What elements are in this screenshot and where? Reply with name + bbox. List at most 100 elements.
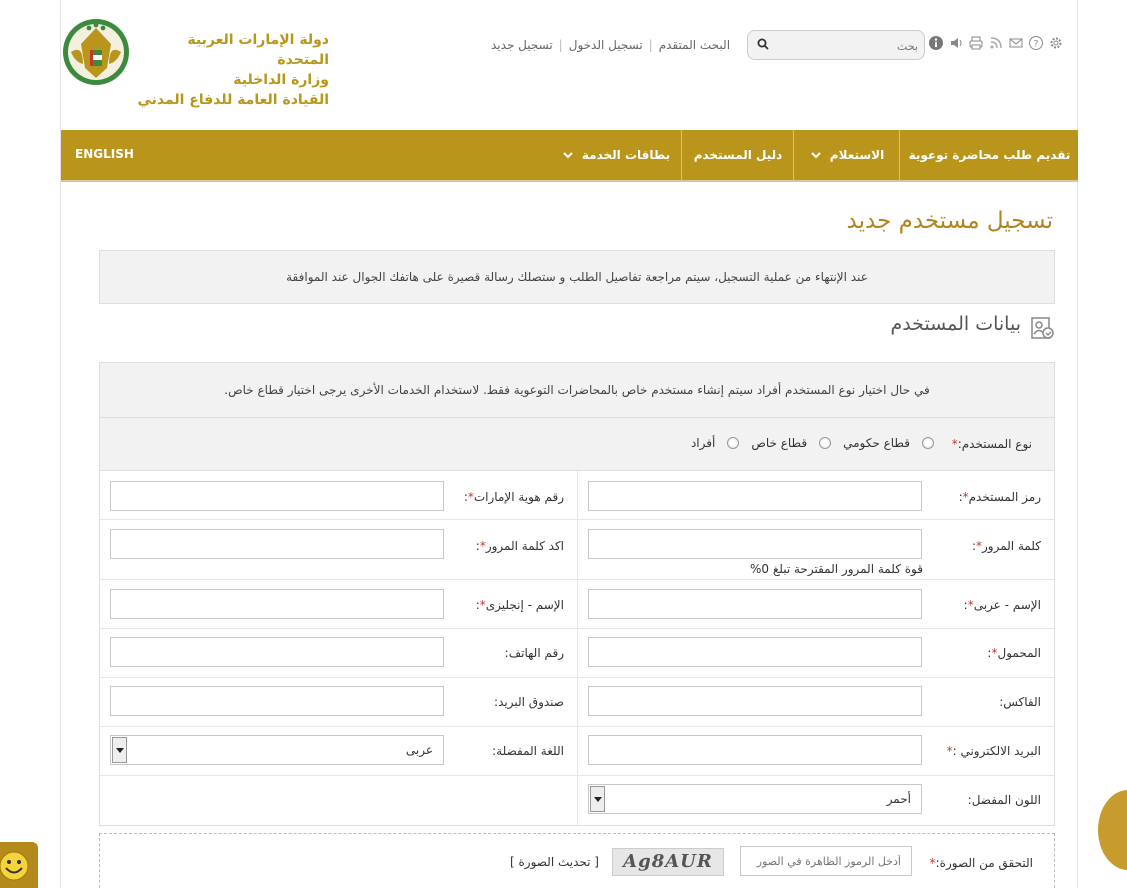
- name-english-label: الإسم - إنجليزى*:: [475, 598, 564, 612]
- nav-item-label: دليل المستخدم: [693, 148, 783, 162]
- page-title: تسجيل مستخدم جديد: [846, 208, 1053, 234]
- form-row: الإسم - عربى*: الإسم - إنجليزى*:: [100, 580, 1054, 629]
- user-type-info: في حال اختيار نوع المستخدم أفراد سيتم إن…: [100, 363, 1054, 418]
- emirates-id-input[interactable]: [110, 481, 444, 511]
- main-nav: ENGLISH تقديم طلب محاضرة توعوية الاستعلا…: [61, 130, 1078, 182]
- page: دولة الإمارات العربية المتحدة وزارة الدا…: [0, 0, 1127, 888]
- separator: |: [558, 38, 563, 52]
- register-link[interactable]: تسجيل جديد: [491, 38, 553, 52]
- radio-private[interactable]: [819, 437, 832, 449]
- nav-item-label: الاستعلام: [829, 148, 885, 162]
- phone-label: رقم الهاتف:: [504, 646, 564, 660]
- label-text: البريد الالكتروني :: [952, 744, 1041, 758]
- user-form-icon: [1031, 317, 1054, 339]
- column-divider: [577, 629, 578, 677]
- user-type-options: قطاع حكومي قطاع خاص أفراد: [687, 436, 934, 450]
- nav-item-label: بطاقات الخدمة: [581, 148, 671, 162]
- login-link[interactable]: تسجيل الدخول: [569, 38, 643, 52]
- org-line-command: القيادة العامة للدفاع المدني: [137, 92, 329, 108]
- form-row: المحمول*: رقم الهاتف:: [100, 629, 1054, 678]
- name-arabic-label: الإسم - عربى*:: [963, 598, 1041, 612]
- password-label: كلمة المرور*:: [971, 539, 1041, 553]
- mobile-input[interactable]: [588, 637, 922, 667]
- color-label: اللون المفضل:: [967, 793, 1041, 807]
- column-divider: [577, 727, 578, 775]
- column-divider: [577, 520, 578, 579]
- email-input[interactable]: [588, 735, 922, 765]
- settings-icon[interactable]: [1048, 35, 1064, 51]
- email-label: البريد الالكتروني :*: [947, 744, 1041, 758]
- english-language-link[interactable]: ENGLISH: [75, 147, 134, 161]
- registration-form: في حال اختيار نوع المستخدم أفراد سيتم إن…: [99, 362, 1055, 826]
- user-type-label: نوع المستخدم:*: [952, 437, 1032, 451]
- org-line-country: دولة الإمارات العربية المتحدة: [187, 32, 329, 68]
- registration-notice: عند الإنتهاء من عملية التسجيل، سيتم مراج…: [99, 250, 1055, 304]
- form-row: رمز المستخدم*: رقم هوية الإمارات*:: [100, 471, 1054, 520]
- section-title: بيانات المستخدم: [890, 313, 1021, 335]
- search-box: [747, 30, 925, 60]
- language-select[interactable]: عربى: [110, 735, 444, 765]
- nav-item-service-cards[interactable]: بطاقات الخدمة: [551, 130, 681, 180]
- rss-icon[interactable]: [988, 35, 1004, 51]
- mobile-label: المحمول*:: [987, 646, 1041, 660]
- label-text: الإسم - عربى: [973, 598, 1041, 612]
- info-icon[interactable]: [928, 35, 944, 51]
- print-icon[interactable]: [968, 35, 984, 51]
- column-divider: [577, 776, 578, 825]
- column-divider: [577, 471, 578, 519]
- label-text: كلمة المرور: [981, 539, 1041, 553]
- svg-text:?: ?: [1034, 40, 1039, 50]
- color-select-value: أحمر: [886, 792, 911, 806]
- username-input[interactable]: [588, 481, 922, 511]
- captcha-input[interactable]: [740, 846, 912, 876]
- advanced-search-link[interactable]: البحث المتقدم: [659, 38, 730, 52]
- language-label: اللغة المفضلة:: [492, 744, 564, 758]
- captcha-image: Ag8AUR: [612, 848, 724, 876]
- po-box-input[interactable]: [110, 686, 444, 716]
- user-type-row: نوع المستخدم:* قطاع حكومي قطاع خاص أفراد: [100, 418, 1054, 471]
- toolbar-icons: ?: [928, 35, 1064, 51]
- org-line-ministry: وزارة الداخلية: [233, 72, 329, 88]
- emblem-logo: [63, 19, 129, 85]
- captcha-label: التحقق من الصورة:*: [930, 856, 1033, 870]
- label-text: اكد كلمة المرور: [485, 539, 564, 553]
- radio-label: أفراد: [690, 436, 716, 450]
- label-text: رمز المستخدم: [968, 490, 1041, 504]
- floating-action-button[interactable]: [1098, 790, 1127, 870]
- main-container: دولة الإمارات العربية المتحدة وزارة الدا…: [60, 0, 1078, 888]
- fax-input[interactable]: [588, 686, 922, 716]
- nav-item-user-guide[interactable]: دليل المستخدم: [683, 130, 793, 180]
- confirm-password-input[interactable]: [110, 529, 444, 559]
- username-label: رمز المستخدم*:: [958, 490, 1041, 504]
- name-arabic-input[interactable]: [588, 589, 922, 619]
- color-select[interactable]: أحمر: [588, 784, 922, 814]
- separator: |: [648, 38, 653, 52]
- form-row: اللون المفضل: أحمر: [100, 776, 1054, 825]
- dropdown-arrow-icon[interactable]: [112, 737, 127, 763]
- search-icon[interactable]: [757, 38, 769, 50]
- feedback-tab[interactable]: [0, 842, 38, 888]
- refresh-captcha-link[interactable]: [ تحديث الصورة ]: [510, 855, 599, 869]
- dropdown-arrow-icon[interactable]: [590, 786, 605, 812]
- nav-item-lecture-request[interactable]: تقديم طلب محاضرة توعوية: [901, 130, 1078, 180]
- mail-icon[interactable]: [1008, 35, 1024, 51]
- nav-item-inquiry[interactable]: الاستعلام: [795, 130, 899, 180]
- radio-government[interactable]: [922, 437, 934, 449]
- search-input[interactable]: [774, 37, 918, 55]
- nav-divider: [793, 130, 794, 180]
- form-row: كلمة المرور*: قوة كلمة المرور المقترحة ت…: [100, 520, 1054, 580]
- smiley-icon: [0, 851, 29, 881]
- radio-individuals[interactable]: [727, 437, 740, 449]
- radio-label: قطاع حكومي: [843, 436, 910, 450]
- emirates-id-label: رقم هوية الإمارات*:: [463, 490, 564, 504]
- language-select-value: عربى: [405, 743, 433, 757]
- nav-divider: [899, 130, 900, 180]
- password-input[interactable]: [588, 529, 922, 559]
- help-icon[interactable]: ?: [1028, 35, 1044, 51]
- form-row: البريد الالكتروني :* اللغة المفضلة: عربى: [100, 727, 1054, 776]
- confirm-password-label: اكد كلمة المرور*:: [475, 539, 564, 553]
- name-english-input[interactable]: [110, 589, 444, 619]
- speaker-icon[interactable]: [948, 35, 964, 51]
- phone-input[interactable]: [110, 637, 444, 667]
- top-links: البحث المتقدم | تسجيل الدخول | تسجيل جديد: [491, 38, 730, 52]
